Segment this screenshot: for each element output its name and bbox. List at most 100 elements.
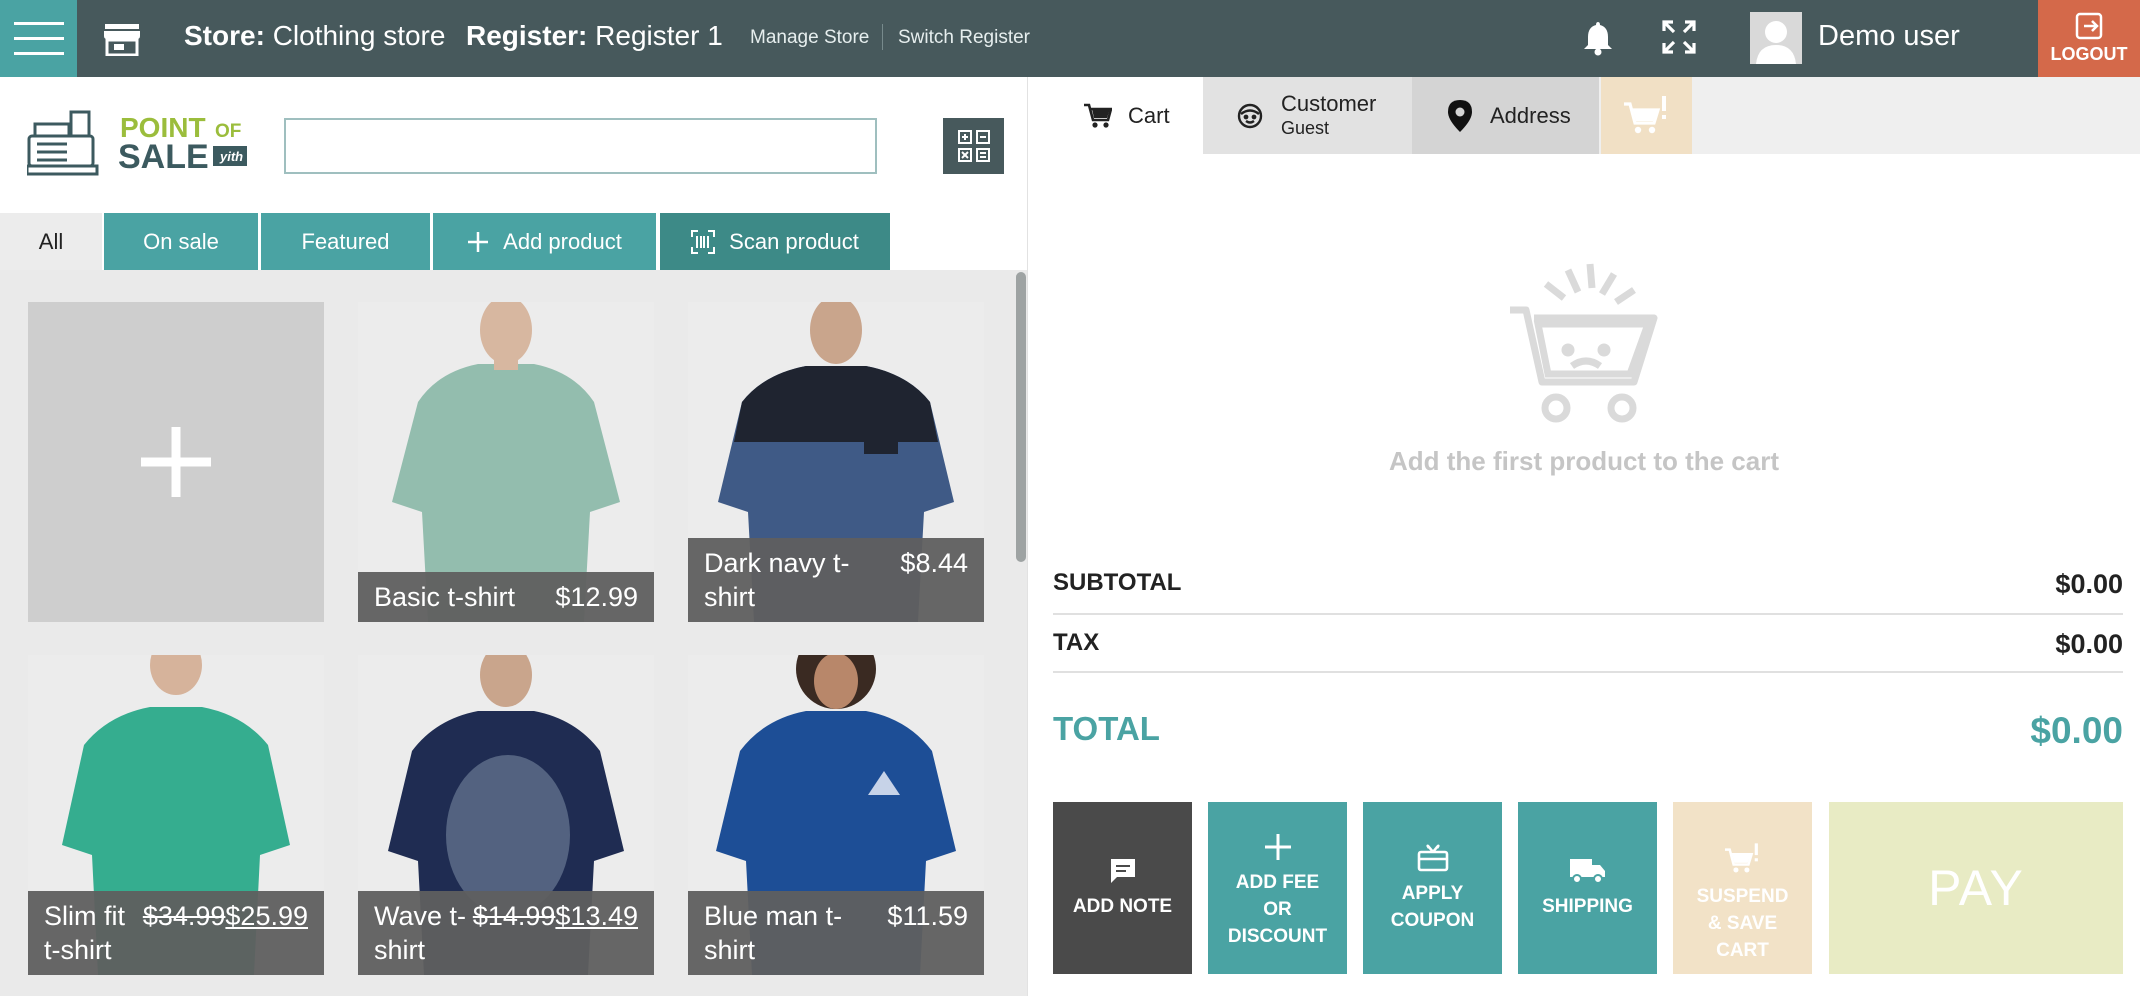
tab-all[interactable]: All	[0, 213, 102, 270]
tab-on-sale[interactable]: On sale	[104, 213, 258, 270]
divider	[1053, 613, 2123, 615]
product-grid-scrollbar[interactable]	[1016, 272, 1026, 562]
svg-text:yith: yith	[219, 149, 243, 164]
product-label: Blue man t-shirt $11.59	[688, 891, 984, 975]
barcode-icon	[691, 229, 716, 254]
coupon-label-line1: APPLY	[1401, 883, 1464, 904]
shipping-button[interactable]: SHIPPING	[1518, 802, 1657, 974]
sale-price: $25.99	[225, 901, 308, 931]
add-note-button[interactable]: ADD NOTE	[1053, 802, 1192, 974]
pay-button[interactable]: PAY	[1829, 802, 2123, 974]
tab-cart-label: Cart	[1128, 102, 1170, 128]
total-label: TOTAL	[1053, 710, 1160, 747]
product-label: Dark navy t-shirt $8.44	[688, 538, 984, 622]
tab-customer-label: Customer	[1281, 90, 1377, 116]
sale-price: $13.49	[555, 901, 638, 931]
user-icon	[1756, 21, 1796, 64]
product-label: Wave t-shirt $14.99$13.49	[358, 891, 654, 975]
plus-icon	[468, 231, 489, 252]
coupon-icon	[1417, 844, 1448, 872]
product-label: Slim fit t-shirt $34.99$25.99	[28, 891, 324, 975]
total-row: TOTAL $0.00	[1053, 710, 2123, 752]
store-icon	[104, 24, 140, 56]
fee-label-line3: DISCOUNT	[1227, 925, 1328, 947]
subtotal-label: SUBTOTAL	[1053, 569, 1182, 596]
add-product-label: Add product	[503, 228, 622, 254]
panel-divider	[1027, 77, 1028, 996]
add-new-product-card[interactable]	[28, 302, 324, 622]
old-price: $14.99	[472, 901, 556, 931]
divider	[1053, 671, 2123, 673]
logout-button[interactable]: LOGOUT	[2038, 0, 2140, 77]
tab-featured[interactable]: Featured	[261, 213, 430, 270]
tab-cart[interactable]: Cart	[1028, 77, 1203, 154]
qr-grid-icon	[957, 130, 990, 162]
product-card[interactable]: Slim fit t-shirt $34.99$25.99	[28, 655, 324, 975]
avatar[interactable]	[1750, 12, 1802, 64]
shipping-label: SHIPPING	[1542, 895, 1633, 917]
cart-alert-icon	[1724, 842, 1758, 872]
top-bar: Store: Clothing store Register: Register…	[0, 0, 2140, 77]
product-search-input[interactable]	[284, 118, 877, 174]
tab-address[interactable]: Address	[1412, 77, 1599, 154]
fee-label-line2: OR	[1263, 898, 1292, 920]
product-price: $8.44	[900, 548, 968, 578]
logout-label: LOGOUT	[2050, 44, 2128, 64]
tax-row: TAX $0.00	[1053, 629, 2123, 660]
scan-product-button[interactable]: Scan product	[660, 213, 890, 270]
logout-icon	[2075, 12, 2103, 40]
coupon-label-line2: COUPON	[1390, 910, 1475, 931]
product-card[interactable]: Wave t-shirt $14.99$13.49	[358, 655, 654, 975]
suspend-label-line3: CART	[1716, 939, 1769, 961]
suspend-label-line2: & SAVE	[1707, 912, 1778, 934]
hamburger-menu-button[interactable]	[0, 0, 77, 77]
location-pin-icon	[1448, 99, 1472, 132]
manage-store-link[interactable]: Manage Store	[750, 27, 869, 49]
customer-icon	[1237, 103, 1263, 128]
tax-value: $0.00	[2055, 629, 2123, 659]
add-fee-or-discount-button[interactable]: ADD FEE OR DISCOUNT	[1208, 802, 1347, 974]
register-name: Register: Register 1	[466, 20, 723, 51]
product-name: Slim fit t-shirt	[44, 901, 125, 965]
product-price: $11.59	[887, 901, 968, 931]
add-note-label: ADD NOTE	[1072, 895, 1173, 917]
cart-alert-icon	[1623, 95, 1666, 133]
user-name[interactable]: Demo user	[1818, 20, 1960, 53]
subtotal-value: $0.00	[2055, 569, 2123, 599]
product-card[interactable]: Dark navy t-shirt $8.44	[688, 302, 984, 622]
note-icon	[1110, 858, 1135, 883]
cart-icon	[1084, 103, 1112, 128]
apply-coupon-button[interactable]: APPLY COUPON	[1363, 802, 1502, 974]
suspend-and-save-cart-button[interactable]: SUSPEND & SAVE CART	[1673, 802, 1812, 974]
fee-label-line1: ADD FEE	[1235, 871, 1320, 893]
store-name: Store: Clothing store	[184, 20, 446, 51]
bell-icon[interactable]	[1582, 20, 1614, 56]
product-price: $12.99	[555, 582, 638, 612]
add-product-button[interactable]: Add product	[433, 213, 656, 270]
product-price-group: $34.99$25.99	[143, 899, 308, 933]
old-price: $34.99	[142, 901, 226, 931]
plus-icon	[141, 427, 211, 497]
product-card[interactable]: Blue man t-shirt $11.59	[688, 655, 984, 975]
product-price-group: $14.99$13.49	[473, 899, 638, 933]
svg-text:SALE: SALE	[118, 138, 209, 176]
product-label: Basic t-shirt $12.99	[358, 572, 654, 622]
tax-label: TAX	[1053, 629, 1100, 656]
tab-customer[interactable]: Customer Guest	[1203, 77, 1412, 154]
scan-product-label: Scan product	[729, 228, 859, 254]
product-name: Basic t-shirt	[374, 582, 516, 612]
product-name: Dark navy t-shirt	[704, 548, 850, 612]
link-separator	[882, 24, 883, 50]
svg-text:OF: OF	[215, 121, 241, 142]
plus-icon	[1264, 833, 1291, 860]
tab-address-label: Address	[1490, 102, 1571, 128]
truck-icon	[1569, 858, 1605, 884]
suspend-label-line1: SUSPEND	[1696, 885, 1789, 907]
saved-carts-button[interactable]	[1601, 77, 1692, 154]
barcode-toggle-button[interactable]	[943, 118, 1004, 174]
fullscreen-icon[interactable]	[1662, 20, 1696, 54]
product-name: Wave t-shirt	[374, 901, 467, 965]
product-card[interactable]: Basic t-shirt $12.99	[358, 302, 654, 622]
empty-cart-message: Add the first product to the cart	[1389, 446, 1779, 476]
switch-register-link[interactable]: Switch Register	[898, 27, 1030, 49]
